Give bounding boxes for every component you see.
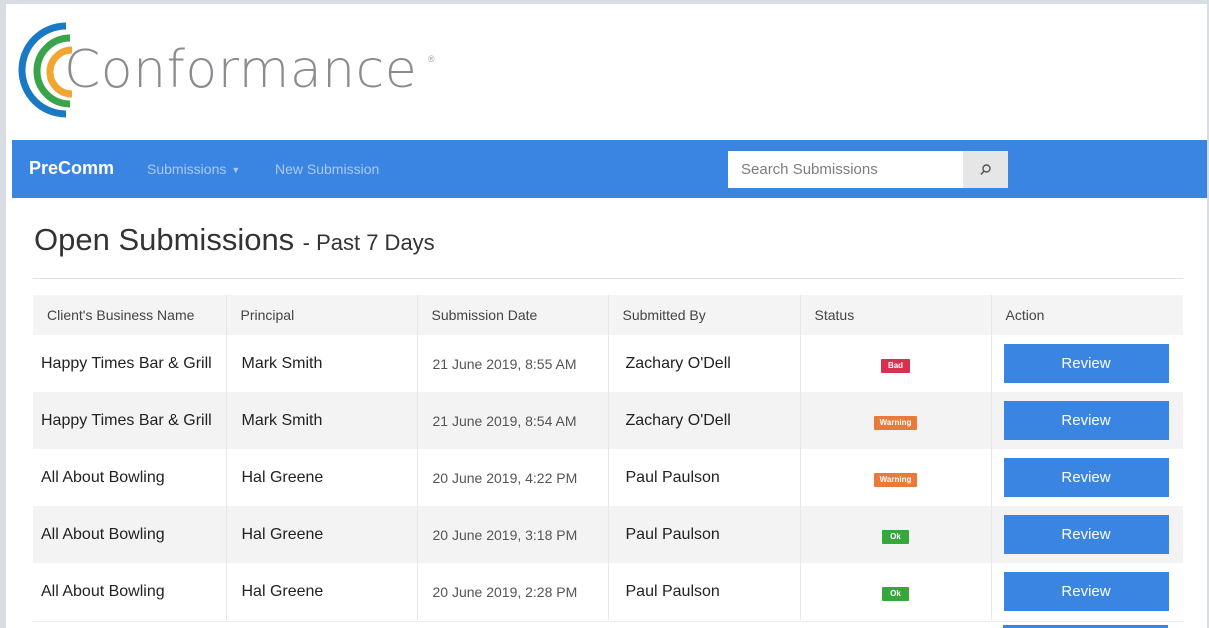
title-divider bbox=[33, 278, 1183, 279]
action-cell: Review bbox=[991, 563, 1183, 620]
business-name-cell: All About Bowling bbox=[33, 563, 227, 620]
status-cell: Ok bbox=[800, 506, 992, 563]
app-frame: Conformance ® PreComm Submissions ▼ New S… bbox=[6, 4, 1207, 628]
review-button[interactable]: Review bbox=[1003, 401, 1169, 440]
action-cell: Review bbox=[991, 335, 1183, 392]
submissions-label: Submissions bbox=[147, 161, 227, 177]
action-cell: Review bbox=[991, 392, 1183, 449]
submission-date-cell: 20 June 2019, 4:22 PM bbox=[417, 449, 609, 506]
navbar: PreComm Submissions ▼ New Submission bbox=[12, 140, 1207, 198]
principal-cell: Mark Smith bbox=[226, 335, 418, 392]
action-cell: Review bbox=[991, 449, 1183, 506]
principal-cell: Mark Smith bbox=[226, 392, 418, 449]
status-badge: Bad bbox=[880, 358, 911, 373]
business-name-cell: All About Bowling bbox=[33, 449, 227, 506]
page-title: Open Submissions - Past 7 Days bbox=[34, 222, 435, 258]
status-cell: Warning bbox=[800, 449, 992, 506]
business-name-cell: All About Bowling bbox=[33, 506, 227, 563]
submission-date-cell: 21 June 2019, 8:54 AM bbox=[417, 392, 609, 449]
status-badge: Ok bbox=[882, 529, 909, 544]
table-row: All About Bowling Hal Greene 20 June 201… bbox=[33, 563, 1183, 620]
table-row: Happy Times Bar & Grill Mark Smith 21 Ju… bbox=[33, 392, 1183, 449]
new-submission-link[interactable]: New Submission bbox=[275, 161, 379, 177]
submission-date-cell: 20 June 2019, 2:28 PM bbox=[417, 563, 609, 620]
review-button[interactable]: Review bbox=[1003, 572, 1169, 611]
submissions-table: Client's Business Name Principal Submiss… bbox=[33, 295, 1183, 620]
status-cell: Bad bbox=[800, 335, 992, 392]
magnifier-icon bbox=[979, 163, 991, 175]
submitted-by-cell: Zachary O'Dell bbox=[608, 392, 801, 449]
action-cell: Review bbox=[991, 506, 1183, 563]
table-row: Happy Times Bar & Grill Mark Smith 21 Ju… bbox=[33, 335, 1183, 392]
status-cell: Warning bbox=[800, 392, 992, 449]
submitted-by-cell: Zachary O'Dell bbox=[608, 335, 801, 392]
status-cell: Ok bbox=[800, 563, 992, 620]
logo: Conformance ® bbox=[6, 4, 606, 139]
table-row: All About Bowling Hal Greene 20 June 201… bbox=[33, 449, 1183, 506]
status-badge: Warning bbox=[873, 472, 918, 487]
column-header-date: Submission Date bbox=[417, 295, 609, 335]
principal-cell: Hal Greene bbox=[226, 563, 418, 620]
submissions-dropdown[interactable]: Submissions ▼ bbox=[147, 161, 240, 177]
submitted-by-cell: Paul Paulson bbox=[608, 563, 801, 620]
column-header-action: Action bbox=[991, 295, 1183, 335]
review-button[interactable]: Review bbox=[1003, 458, 1169, 497]
review-button[interactable]: Review bbox=[1003, 344, 1169, 383]
search-input[interactable] bbox=[728, 151, 963, 188]
page-title-main: Open Submissions bbox=[34, 222, 295, 257]
submission-date-cell: 20 June 2019, 3:18 PM bbox=[417, 506, 609, 563]
page-title-subtitle: - Past 7 Days bbox=[302, 230, 435, 255]
logo-registered-mark: ® bbox=[428, 54, 435, 64]
table-header-row: Client's Business Name Principal Submiss… bbox=[33, 295, 1183, 335]
submission-date-cell: 21 June 2019, 8:55 AM bbox=[417, 335, 609, 392]
brand-link[interactable]: PreComm bbox=[29, 158, 114, 179]
business-name-cell: Happy Times Bar & Grill bbox=[33, 335, 227, 392]
column-header-status: Status bbox=[800, 295, 992, 335]
status-badge: Warning bbox=[873, 415, 918, 430]
column-header-business: Client's Business Name bbox=[33, 295, 227, 335]
submitted-by-cell: Paul Paulson bbox=[608, 449, 801, 506]
caret-down-icon: ▼ bbox=[231, 165, 241, 175]
business-name-cell: Happy Times Bar & Grill bbox=[33, 392, 227, 449]
principal-cell: Hal Greene bbox=[226, 506, 418, 563]
logo-wordmark: Conformance bbox=[64, 40, 418, 100]
table-row-partial bbox=[33, 621, 1183, 628]
column-header-submitted-by: Submitted By bbox=[608, 295, 801, 335]
search-button[interactable] bbox=[963, 151, 1008, 188]
review-button[interactable]: Review bbox=[1003, 515, 1169, 554]
submitted-by-cell: Paul Paulson bbox=[608, 506, 801, 563]
status-badge: Ok bbox=[882, 586, 909, 601]
principal-cell: Hal Greene bbox=[226, 449, 418, 506]
table-row: All About Bowling Hal Greene 20 June 201… bbox=[33, 506, 1183, 563]
column-header-principal: Principal bbox=[226, 295, 418, 335]
